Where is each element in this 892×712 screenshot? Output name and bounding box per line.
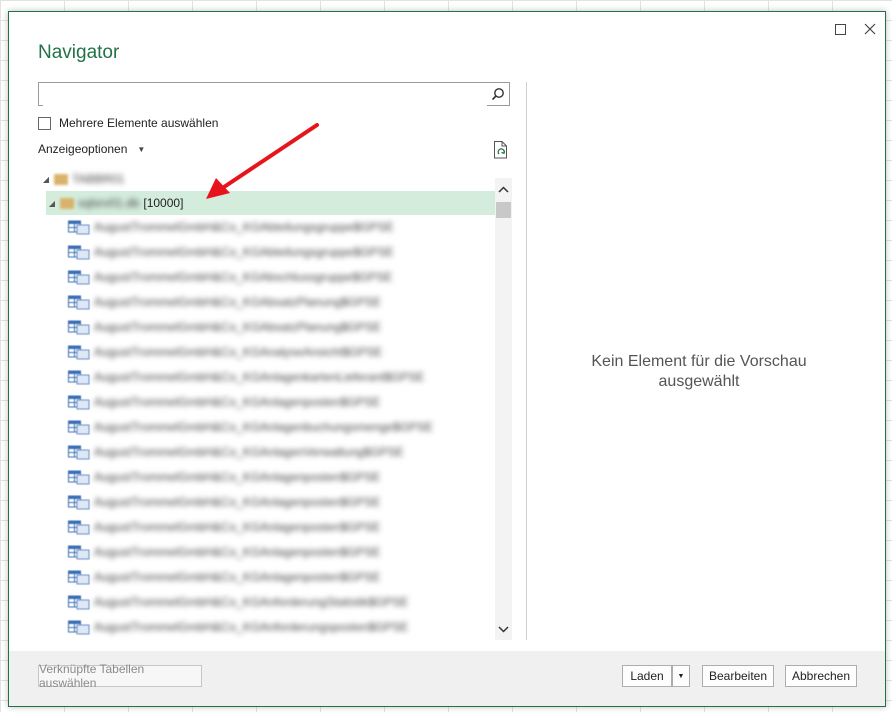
table-name: AugustTrommelGmbH&Co_KGAnlagenposten$GPS… [94, 545, 381, 559]
table-name: AugustTrommelGmbH&Co_KGAnlagenbuchungsme… [94, 420, 434, 434]
table-icon [68, 470, 90, 485]
cancel-button[interactable]: Abbrechen [785, 665, 857, 687]
chevron-down-icon: ▼ [137, 144, 146, 154]
table-row[interactable]: AugustTrommelGmbH&Co_KGAbschlussgruppe$G… [68, 265, 392, 289]
table-name: AugustTrommelGmbH&Co_KGAbteilungsgruppe$… [94, 220, 394, 234]
chevron-up-icon [498, 185, 509, 193]
table-row[interactable]: AugustTrommelGmbH&Co_KGAbsatzPlanung$GPS… [68, 315, 381, 339]
scroll-down-button[interactable] [495, 620, 512, 638]
table-row[interactable]: AugustTrommelGmbH&Co_KGAbsatzPlanung$GPS… [68, 290, 381, 314]
multi-select-label: Mehrere Elemente auswählen [59, 116, 219, 130]
load-button[interactable]: Laden [622, 665, 672, 687]
chevron-down-icon [498, 625, 509, 633]
table-icon [68, 620, 90, 635]
search-field[interactable] [38, 82, 510, 106]
table-icon [68, 245, 90, 260]
table-row[interactable]: AugustTrommelGmbH&Co_KGAnlagenposten$GPS… [68, 465, 380, 489]
table-name: AugustTrommelGmbH&Co_KGAnforderungsposte… [94, 620, 409, 634]
table-row[interactable]: AugustTrommelGmbH&Co_KGAnlagenposten$GPS… [68, 540, 380, 564]
database-count: [10000] [143, 196, 184, 210]
load-options-button[interactable]: ▼ [672, 665, 690, 687]
table-row[interactable]: AugustTrommelGmbH&Co_KGAnlagenposten$GPS… [68, 515, 380, 539]
collapse-icon[interactable]: ◢ [46, 199, 58, 208]
table-row[interactable]: AugustTrommelGmbH&Co_KGAnlagenposten$GPS… [68, 390, 380, 414]
table-icon [68, 270, 90, 285]
tree-node-database[interactable]: ◢ sqlsrv01.db [10000] [46, 191, 495, 215]
table-row[interactable]: AugustTrommelGmbH&Co_KGAnalyseAnsicht$GP… [68, 340, 382, 364]
table-icon [68, 420, 90, 435]
pane-divider [526, 82, 527, 640]
search-input[interactable] [43, 84, 487, 106]
search-icon[interactable] [491, 87, 505, 104]
table-row[interactable]: AugustTrommelGmbH&Co_KGAbteilungsgruppe$… [68, 215, 394, 239]
table-icon [68, 320, 90, 335]
close-icon [864, 23, 876, 35]
table-row[interactable]: AugustTrommelGmbH&Co_KGAnlagenposten$GPS… [68, 565, 380, 589]
table-icon [68, 345, 90, 360]
edit-button[interactable]: Bearbeiten [702, 665, 774, 687]
refresh-icon[interactable] [493, 141, 510, 162]
dialog-title: Navigator [38, 42, 120, 63]
table-name: AugustTrommelGmbH&Co_KGAnlagenposten$GPS… [94, 495, 381, 509]
navigator-dialog: Navigator Mehrere Elemente auswählen Anz… [8, 11, 886, 707]
table-name: AugustTrommelGmbH&Co_KGAnlagenposten$GPS… [94, 470, 381, 484]
table-name: AugustTrommelGmbH&Co_KGAbschlussgruppe$G… [94, 270, 393, 284]
table-name: AugustTrommelGmbH&Co_KGAnforderungStatis… [94, 595, 409, 609]
table-name: AugustTrommelGmbH&Co_KGAnlagenkartenLief… [94, 370, 425, 384]
chevron-down-icon: ▼ [677, 672, 685, 680]
server-label: TABBR01 [72, 172, 125, 186]
table-row[interactable]: AugustTrommelGmbH&Co_KGAnforderungsposte… [68, 615, 408, 639]
display-options-label: Anzeigeoptionen [38, 142, 128, 156]
table-name: AugustTrommelGmbH&Co_KGAnalyseAnsicht$GP… [94, 345, 383, 359]
table-icon [68, 445, 90, 460]
table-icon [68, 570, 90, 585]
table-row[interactable]: AugustTrommelGmbH&Co_KGAnlagenposten$GPS… [68, 490, 380, 514]
folder-icon [60, 197, 74, 209]
select-related-tables-button[interactable]: Verknüpfte Tabellen auswählen [38, 662, 202, 690]
table-row[interactable]: AugustTrommelGmbH&Co_KGAnforderungStatis… [68, 590, 408, 614]
table-icon [68, 220, 90, 235]
table-icon [68, 295, 90, 310]
database-label: sqlsrv01.db [78, 196, 140, 210]
folder-icon [54, 173, 68, 185]
table-name: AugustTrommelGmbH&Co_KGAnlagenposten$GPS… [94, 570, 381, 584]
table-row[interactable]: AugustTrommelGmbH&Co_KGAbteilungsgruppe$… [68, 240, 394, 264]
table-name: AugustTrommelGmbH&Co_KGAnlagenVerwaltung… [94, 445, 404, 459]
tree-node-server[interactable]: ◢ TABBR01 [40, 167, 125, 191]
preview-empty-message: Kein Element für die Vorschau ausgewählt [591, 353, 807, 390]
table-icon [68, 370, 90, 385]
table-row[interactable]: AugustTrommelGmbH&Co_KGAnlagenbuchungsme… [68, 415, 433, 439]
table-row[interactable]: AugustTrommelGmbH&Co_KGAnlagenVerwaltung… [68, 440, 404, 464]
table-icon [68, 495, 90, 510]
table-icon [68, 595, 90, 610]
tree-scrollbar[interactable] [495, 178, 512, 640]
table-name: AugustTrommelGmbH&Co_KGAnlagenposten$GPS… [94, 395, 381, 409]
multi-select-checkbox[interactable] [38, 116, 51, 130]
scroll-up-button[interactable] [495, 180, 512, 198]
table-icon [68, 545, 90, 560]
table-name: AugustTrommelGmbH&Co_KGAbsatzPlanung$GPS… [94, 320, 382, 334]
maximize-button[interactable] [829, 18, 851, 40]
table-icon [68, 520, 90, 535]
table-row[interactable]: AugustTrommelGmbH&Co_KGAnlagenkartenLief… [68, 365, 424, 389]
dialog-footer: Verknüpfte Tabellen auswählen Laden ▼ Be… [9, 651, 885, 706]
close-button[interactable] [859, 18, 881, 40]
navigator-tree: ◢ TABBR01 ◢ sqlsrv01.db [10000] AugustTr… [38, 167, 512, 640]
table-name: AugustTrommelGmbH&Co_KGAbteilungsgruppe$… [94, 245, 394, 259]
multi-select-option[interactable]: Mehrere Elemente auswählen [38, 116, 218, 130]
table-name: AugustTrommelGmbH&Co_KGAnlagenposten$GPS… [94, 520, 381, 534]
table-icon [68, 395, 90, 410]
display-options-dropdown[interactable]: Anzeigeoptionen ▼ [38, 142, 145, 156]
scrollbar-thumb[interactable] [496, 202, 511, 218]
table-name: AugustTrommelGmbH&Co_KGAbsatzPlanung$GPS… [94, 295, 382, 309]
maximize-icon [834, 23, 846, 35]
collapse-icon[interactable]: ◢ [40, 175, 52, 184]
